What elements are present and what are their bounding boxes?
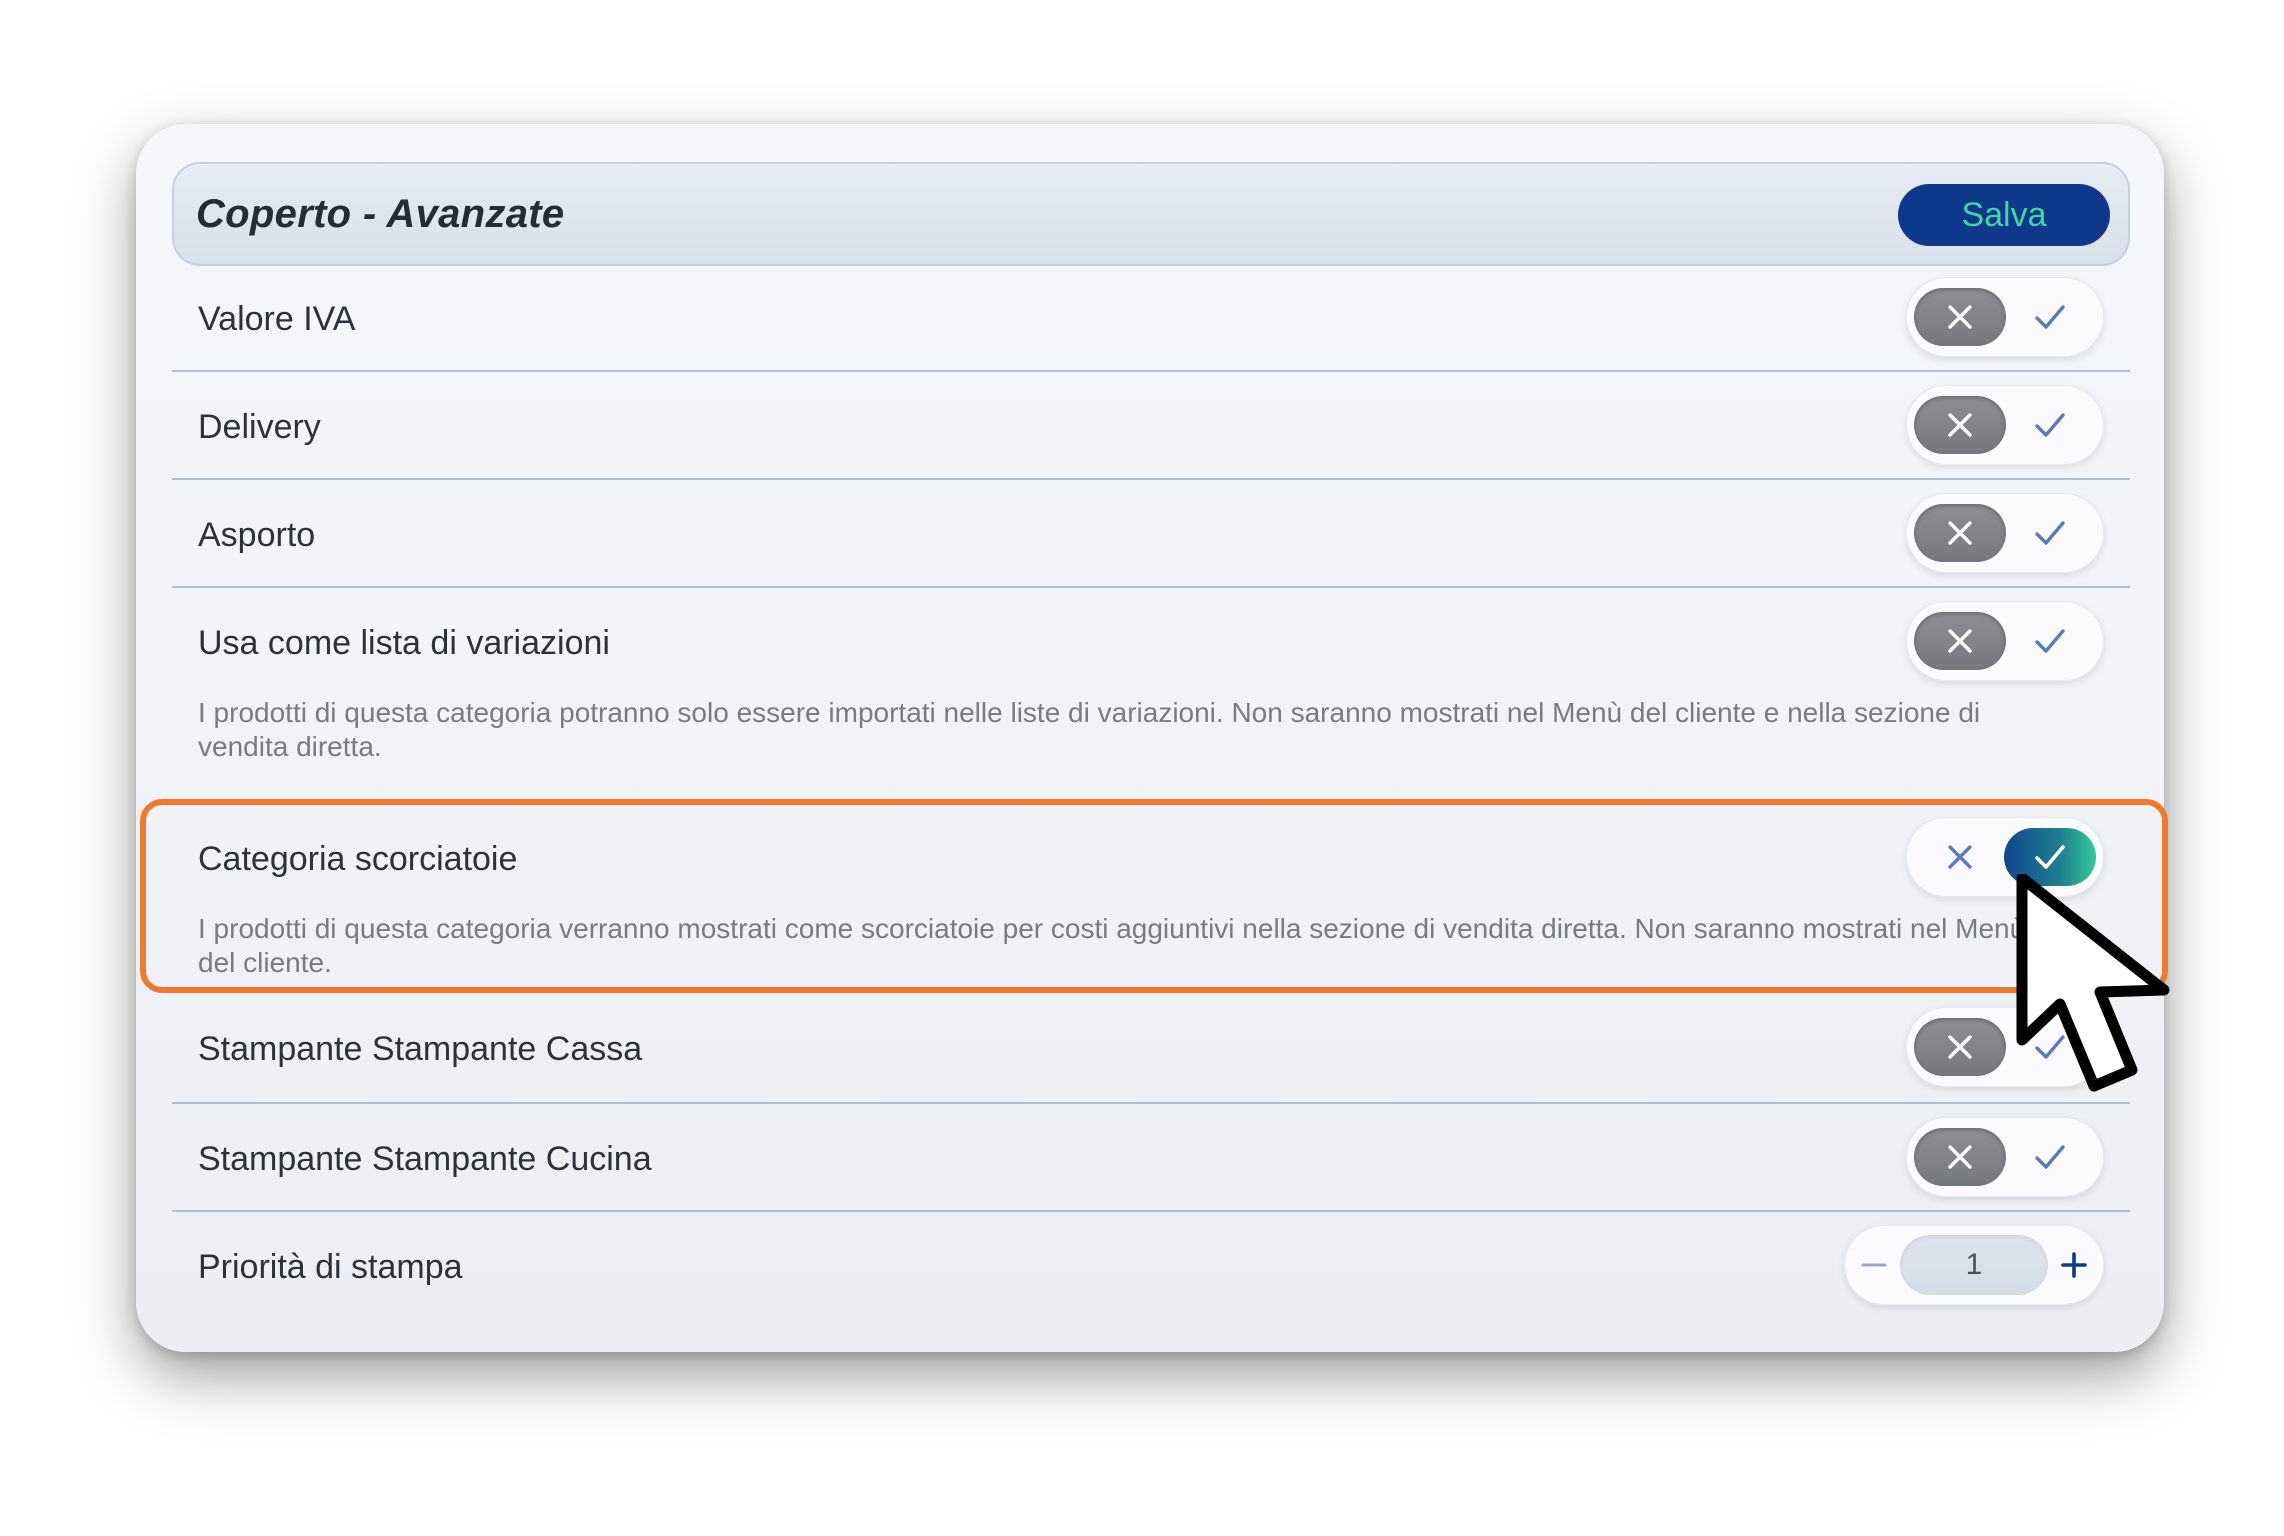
setting-row-priorita-stampa: Priorità di stampa — [172, 1212, 2130, 1322]
close-icon — [1948, 629, 1972, 653]
decrement-button[interactable] — [1848, 1239, 1900, 1291]
toggle-on-option[interactable] — [2004, 504, 2096, 562]
setting-label: Categoria scorciatoie — [198, 840, 518, 878]
toggle-on-option[interactable] — [2004, 1018, 2096, 1076]
setting-description: I prodotti di questa categoria potranno … — [198, 697, 1981, 762]
setting-label: Usa come lista di variazioni — [198, 624, 610, 662]
setting-row-asporto: Asporto — [172, 480, 2130, 588]
setting-label: Asporto — [198, 516, 316, 554]
check-icon — [2035, 845, 2065, 869]
toggle-off-option[interactable] — [1914, 828, 2006, 886]
check-icon — [2035, 305, 2065, 329]
check-icon — [2035, 629, 2065, 653]
setting-label: Valore IVA — [198, 300, 356, 338]
setting-row-categoria-scorciatoie: Categoria scorciatoie I prodotti di ques… — [172, 804, 2130, 988]
toggle-off-option[interactable] — [1914, 1018, 2006, 1076]
check-icon — [2035, 1035, 2065, 1059]
priority-input[interactable] — [1900, 1235, 2048, 1295]
toggle-on-option[interactable] — [2004, 612, 2096, 670]
panel-header: Coperto - Avanzate Salva — [172, 162, 2130, 266]
increment-button[interactable] — [2048, 1239, 2100, 1291]
setting-label: Delivery — [198, 408, 321, 446]
check-icon — [2035, 1145, 2065, 1169]
plus-icon — [2061, 1252, 2087, 1278]
setting-row-delivery: Delivery — [172, 372, 2130, 480]
settings-card: Coperto - Avanzate Salva Valore IVA Deli… — [136, 124, 2168, 1352]
setting-row-stampante-cucina: Stampante Stampante Cucina — [172, 1104, 2130, 1212]
toggle-off-option[interactable] — [1914, 1128, 2006, 1186]
close-icon — [1948, 413, 1972, 437]
toggle-on-option[interactable] — [2004, 1128, 2096, 1186]
toggle-valore-iva[interactable] — [1906, 277, 2104, 357]
setting-description: I prodotti di questa categoria verranno … — [198, 913, 2026, 978]
setting-label: Stampante Stampante Cassa — [198, 1030, 643, 1068]
close-icon — [1948, 1035, 1972, 1059]
close-icon — [1948, 845, 1972, 869]
toggle-categoria-scorciatoie[interactable] — [1906, 817, 2104, 897]
toggle-off-option[interactable] — [1914, 504, 2006, 562]
setting-label: Stampante Stampante Cucina — [198, 1140, 652, 1178]
toggle-stampante-cucina[interactable] — [1906, 1117, 2104, 1197]
setting-row-valore-iva: Valore IVA — [172, 266, 2130, 372]
toggle-on-option[interactable] — [2004, 288, 2096, 346]
toggle-off-option[interactable] — [1914, 612, 2006, 670]
toggle-stampante-cassa[interactable] — [1906, 1007, 2104, 1087]
minus-icon — [1861, 1263, 1887, 1267]
toggle-on-option[interactable] — [2004, 396, 2096, 454]
priority-stepper — [1844, 1225, 2104, 1305]
setting-row-stampante-cassa: Stampante Stampante Cassa — [172, 994, 2130, 1104]
close-icon — [1948, 305, 1972, 329]
toggle-off-option[interactable] — [1914, 396, 2006, 454]
close-icon — [1948, 1145, 1972, 1169]
page-title: Coperto - Avanzate — [196, 192, 565, 236]
setting-row-lista-variazioni: Usa come lista di variazioni I prodotti … — [172, 588, 2130, 778]
check-icon — [2035, 521, 2065, 545]
toggle-asporto[interactable] — [1906, 493, 2104, 573]
check-icon — [2035, 413, 2065, 437]
toggle-off-option[interactable] — [1914, 288, 2006, 346]
toggle-lista-variazioni[interactable] — [1906, 601, 2104, 681]
close-icon — [1948, 521, 1972, 545]
toggle-delivery[interactable] — [1906, 385, 2104, 465]
toggle-on-option[interactable] — [2004, 828, 2096, 886]
save-button[interactable]: Salva — [1898, 184, 2110, 246]
setting-label: Priorità di stampa — [198, 1248, 463, 1286]
